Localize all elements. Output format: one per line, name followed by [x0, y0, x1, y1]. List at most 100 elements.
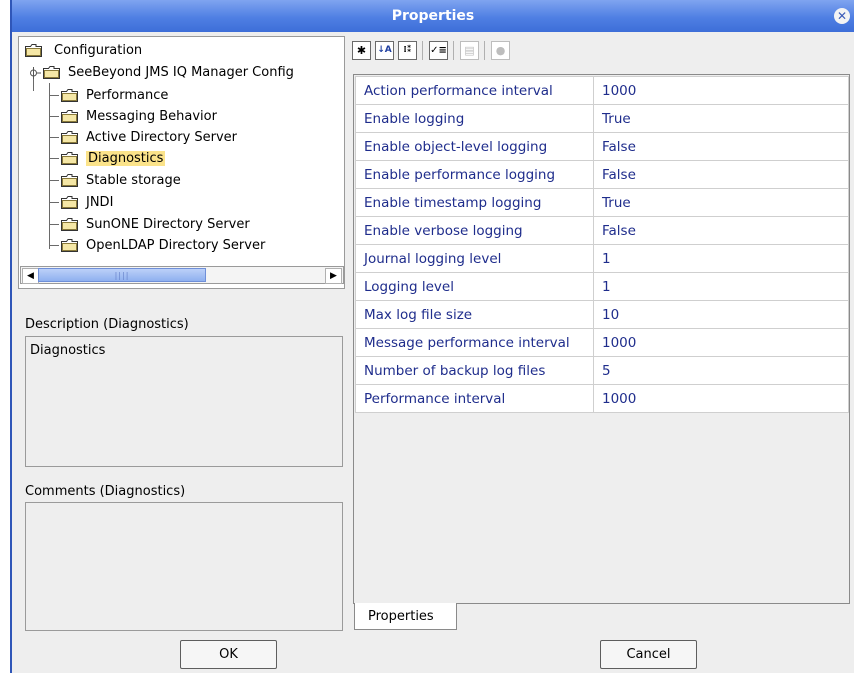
description-text: Diagnostics [30, 343, 106, 358]
property-row[interactable]: Performance interval 1000 [355, 384, 849, 413]
folder-icon [25, 43, 42, 57]
tree-item-jndi[interactable]: JNDI [61, 192, 113, 212]
tree-item-label: Stable storage [86, 172, 181, 188]
toolbar-separator [422, 40, 425, 60]
folder-icon [61, 217, 78, 231]
expand-properties-icon[interactable]: ⁞⁑ [398, 40, 417, 60]
property-name: Enable object-level logging [355, 132, 594, 161]
properties-dialog: Properties ✕ Configuration SeeBeyond JMS… [10, 0, 854, 673]
property-toolbar: ✱ ↓A ⁞⁑ ✓≡ ▤ ● [352, 38, 514, 62]
folder-icon [61, 88, 78, 102]
property-value[interactable]: 1000 [593, 328, 849, 357]
property-name: Enable logging [355, 104, 594, 133]
property-name: Journal logging level [355, 244, 594, 273]
window-title: Properties [391, 8, 475, 24]
configuration-tree[interactable]: Configuration SeeBeyond JMS IQ Manager C… [18, 36, 345, 289]
tree-item-stable-storage[interactable]: Stable storage [61, 170, 181, 190]
scroll-left-icon[interactable]: ◀ [22, 268, 39, 284]
property-value[interactable]: False [593, 132, 849, 161]
comments-field[interactable] [25, 502, 343, 631]
property-name: Enable timestamp logging [355, 188, 594, 217]
expand-handle-icon [30, 67, 41, 79]
property-value[interactable]: True [593, 188, 849, 217]
tree-item-label: OpenLDAP Directory Server [86, 237, 266, 253]
property-name: Max log file size [355, 300, 594, 329]
property-name: Message performance interval [355, 328, 594, 357]
property-row[interactable]: Message performance interval 1000 [355, 328, 849, 357]
tree-node-jms[interactable]: SeeBeyond JMS IQ Manager Config [43, 62, 294, 82]
title-bar[interactable]: Properties ✕ [12, 0, 854, 32]
property-name: Number of backup log files [355, 356, 594, 385]
folder-icon [61, 238, 78, 252]
property-name: Enable verbose logging [355, 216, 594, 245]
folder-icon [43, 65, 60, 79]
property-row[interactable]: Enable verbose logging False [355, 216, 849, 245]
folder-icon [61, 173, 78, 187]
property-value[interactable]: 1 [593, 272, 849, 301]
property-value[interactable]: False [593, 216, 849, 245]
tab-strip-line [457, 603, 850, 604]
property-value[interactable]: 1000 [593, 76, 849, 105]
sort-alphabetical-icon[interactable]: ↓A [375, 40, 394, 60]
folder-icon [61, 151, 78, 165]
checklist-icon[interactable]: ✓≡ [429, 40, 448, 60]
toolbar-separator [484, 40, 487, 60]
tree-item-label-selected: Diagnostics [86, 150, 166, 166]
tree-item-label: Performance [86, 87, 169, 103]
tree-item-label: SunONE Directory Server [86, 216, 250, 232]
property-value[interactable]: 5 [593, 356, 849, 385]
tree-item-openldap-directory-server[interactable]: OpenLDAP Directory Server [61, 235, 265, 255]
tree-item-diagnostics[interactable]: Diagnostics [61, 148, 166, 168]
folder-icon [61, 195, 78, 209]
property-name: Enable performance logging [355, 160, 594, 189]
cancel-button[interactable]: Cancel [600, 640, 697, 669]
tree-item-performance[interactable]: Performance [61, 85, 168, 105]
property-value[interactable]: True [593, 104, 849, 133]
property-name: Logging level [355, 272, 594, 301]
description-label: Description (Diagnostics) [25, 317, 189, 332]
property-sheet: Action performance interval 1000 Enable lo… [353, 74, 850, 604]
tree-root[interactable]: Configuration [25, 40, 142, 60]
tree-item-label: JNDI [86, 194, 114, 210]
property-name: Action performance interval [355, 76, 594, 105]
property-value[interactable]: False [593, 160, 849, 189]
scrollbar-thumb[interactable]: |||| [38, 268, 206, 282]
help-icon[interactable]: ● [491, 40, 510, 60]
tab-properties[interactable]: Properties [354, 603, 457, 630]
ok-button-label: OK [219, 647, 238, 662]
property-row[interactable]: Journal logging level 1 [355, 244, 849, 273]
ok-button[interactable]: OK [180, 640, 277, 669]
property-row[interactable]: Logging level 1 [355, 272, 849, 301]
cancel-button-label: Cancel [626, 647, 671, 662]
property-row[interactable]: Number of backup log files 5 [355, 356, 849, 385]
property-row[interactable]: Enable timestamp logging True [355, 188, 849, 217]
tree-horizontal-scrollbar[interactable]: ◀ |||| ▶ [20, 266, 344, 284]
property-name: Performance interval [355, 384, 594, 413]
tree-item-active-directory-server[interactable]: Active Directory Server [61, 127, 237, 147]
tree-root-label: Configuration [54, 42, 143, 58]
tree-node-label: SeeBeyond JMS IQ Manager Config [68, 64, 294, 80]
property-row[interactable]: Enable logging True [355, 104, 849, 133]
folder-icon [61, 130, 78, 144]
tab-label: Properties [368, 608, 434, 624]
property-value[interactable]: 1 [593, 244, 849, 273]
comments-label: Comments (Diagnostics) [25, 484, 186, 499]
property-value[interactable]: 1000 [593, 384, 849, 413]
description-toggle-icon[interactable]: ▤ [460, 40, 479, 60]
description-box: Diagnostics [25, 336, 343, 467]
property-row[interactable]: Enable object-level logging False [355, 132, 849, 161]
scroll-right-icon[interactable]: ▶ [325, 268, 342, 284]
property-table: Action performance interval 1000 Enable lo… [355, 76, 849, 413]
toolbar-separator [453, 40, 456, 60]
property-value[interactable]: 10 [593, 300, 849, 329]
property-row[interactable]: Action performance interval 1000 [355, 76, 849, 105]
categorized-view-icon[interactable]: ✱ [352, 40, 371, 60]
tree-item-label: Active Directory Server [86, 129, 238, 145]
property-row[interactable]: Enable performance logging False [355, 160, 849, 189]
tree-item-messaging-behavior[interactable]: Messaging Behavior [61, 106, 217, 126]
property-row[interactable]: Max log file size 10 [355, 300, 849, 329]
tree-item-sunone-directory-server[interactable]: SunONE Directory Server [61, 214, 250, 234]
tree-item-label: Messaging Behavior [86, 108, 217, 124]
folder-icon [61, 109, 78, 123]
close-icon[interactable]: ✕ [834, 8, 850, 24]
